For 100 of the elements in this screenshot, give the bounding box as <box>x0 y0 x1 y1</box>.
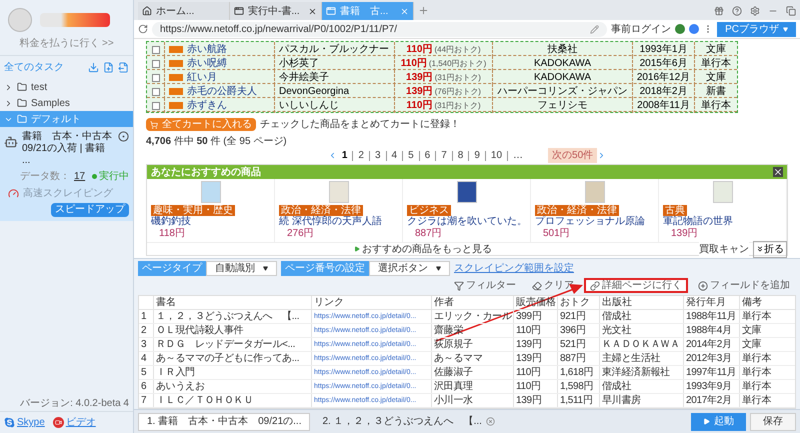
column-header: リンク <box>311 296 431 309</box>
publisher-text: KADOKAWA <box>493 70 633 85</box>
product-title-link[interactable]: クジラは潮を吹いていた。 <box>407 216 526 228</box>
fold-icon <box>756 245 764 253</box>
product-title-link[interactable]: 赤毛の公爵夫人 <box>187 84 257 99</box>
robot-icon <box>4 135 18 149</box>
checkbox[interactable] <box>152 60 160 68</box>
page-link[interactable]: 9 <box>468 150 485 160</box>
url-field[interactable]: https://www.netoff.co.jp/newarrival/P0/1002/P1/11/P7/ <box>152 22 608 36</box>
checkbox[interactable] <box>152 88 160 96</box>
result-count: 4,706 件中 50 件 (全 95 ページ) <box>146 134 288 149</box>
book-cover-placeholder <box>328 181 348 203</box>
product-title-link[interactable]: 軍記物語の世界 <box>663 216 782 228</box>
table-cell: 文庫 <box>739 324 795 337</box>
page-link[interactable]: 2 <box>352 150 369 160</box>
mode-text: 高速スクレイピング <box>23 186 113 201</box>
product-title-link[interactable]: プロフェッショナル原論 <box>535 216 654 228</box>
settings-icon[interactable] <box>750 6 760 16</box>
version-text: バージョン: 4.0.2-beta 4 <box>19 397 130 411</box>
table-cell: ＯＬ現代詩殺人事件 <box>153 324 311 337</box>
checkbox[interactable] <box>152 74 160 82</box>
footer-link[interactable]: Skype <box>17 415 45 430</box>
edit-icon <box>590 24 600 34</box>
reload-icon[interactable] <box>138 24 148 34</box>
window-icon <box>234 6 244 16</box>
next-page-link[interactable]: 次の50件 <box>548 148 598 163</box>
author-text: 小杉英了 <box>275 56 395 71</box>
category-tag: 政治・経済・法律 <box>279 205 363 216</box>
cart-note: チェックした商品をまとめてカートに登録！ <box>260 118 460 132</box>
table-cell: 佐藤淑子 <box>431 366 513 379</box>
product-title-link[interactable]: 紅い月 <box>187 70 217 85</box>
new-tab-icon[interactable] <box>418 5 429 16</box>
page-link[interactable]: 5 <box>402 150 419 160</box>
product-card[interactable]: 趣味・実用・歴史 磯釣釣技 118円 <box>147 179 275 242</box>
category-tag: 趣味・実用・歴史 <box>151 205 235 216</box>
gift-icon[interactable] <box>714 6 724 16</box>
page-link[interactable]: 1 <box>336 150 352 160</box>
page-link[interactable]: 4 <box>386 150 402 160</box>
folder-item[interactable]: test <box>0 79 133 95</box>
row-number: 2 <box>140 324 148 337</box>
page-link[interactable]: 7 <box>435 150 452 160</box>
row-number: 6 <box>140 380 148 393</box>
format-text: 文庫 <box>705 42 727 57</box>
more-products-link[interactable]: おすすめの商品をもっと見る <box>354 242 492 256</box>
folder-item[interactable]: Samples <box>0 95 133 111</box>
discount-text: (44円おトク) <box>434 44 481 56</box>
page-link[interactable]: 6 <box>418 150 436 160</box>
table-cell: 東洋経済新報社 <box>599 366 683 379</box>
product-title-link[interactable]: 赤い航路 <box>187 42 227 57</box>
record-icon[interactable] <box>118 131 129 142</box>
table-cell: エリック・カール <box>431 310 513 323</box>
product-title-link[interactable]: 磯釣釣技 <box>151 216 270 228</box>
close-icon[interactable] <box>308 6 317 16</box>
toolbar-button[interactable]: 詳細ページに行く <box>584 278 688 293</box>
product-card[interactable]: 政治・経済・法律 プロフェッショナル原論 501円 <box>531 179 659 242</box>
task-tab[interactable]: 1. 書籍 古本・中古本 09/21の... <box>138 412 310 430</box>
import-icon[interactable] <box>88 62 99 73</box>
task-card[interactable]: 書籍 古本・中古本 09/21の入荷 | 書籍 ... データ数： 17 実行中 高速スクレイピング スピードアップ <box>0 127 133 221</box>
dropdown[interactable]: 選択ボタン <box>369 261 450 276</box>
task-tab[interactable]: 2. １，２，３どうぶつえんへ 【... <box>314 412 503 430</box>
browser-tab[interactable]: ホーム... <box>138 2 230 20</box>
save-button[interactable]: 保存 <box>750 412 796 430</box>
price-text: 110円 <box>400 57 427 71</box>
range-link[interactable]: スクレイピング範囲を設定 <box>454 261 574 276</box>
price-text: 118円 <box>158 228 186 240</box>
add-file-icon[interactable] <box>103 62 114 73</box>
export-icon[interactable] <box>118 62 129 73</box>
price-text: 139円 <box>406 71 433 85</box>
extension-icon[interactable] <box>675 24 686 34</box>
help-icon[interactable] <box>732 6 742 16</box>
dropdown[interactable]: 自動識別 <box>206 261 277 276</box>
product-card[interactable]: 古典 軍記物語の世界 139円 <box>659 179 787 242</box>
publisher-text: KADOKAWA <box>493 56 633 71</box>
close-icon[interactable] <box>773 167 783 177</box>
table-cell: 2014年2月 <box>683 338 739 351</box>
category-tag: 政治・経済・法律 <box>535 205 619 216</box>
footer-link[interactable]: ビデオ <box>66 415 96 430</box>
cart-icon <box>150 120 158 128</box>
product-card[interactable]: 政治・経済・法律 続 深代惇郎の天声人語 276円 <box>275 179 403 242</box>
table-cell: 偕成社 <box>599 380 683 393</box>
price-text: 110円 <box>406 43 432 57</box>
page-link[interactable]: 3 <box>368 150 386 160</box>
task-title: 書籍 古本・中古本 09/21の入荷 | 書籍 ... <box>22 131 113 167</box>
product-title-link[interactable]: 続 深代惇郎の天声人語 <box>279 216 398 228</box>
product-title-link[interactable]: 赤ずきん <box>187 98 227 113</box>
add-icon <box>698 280 708 290</box>
product-title-link[interactable]: 赤い呪縛 <box>187 56 227 71</box>
page-link[interactable]: 10 <box>484 150 508 160</box>
restore-icon[interactable] <box>786 6 796 16</box>
login-button[interactable]: 事前ログイン <box>611 22 672 36</box>
checkbox[interactable] <box>152 46 160 54</box>
toolbar-button[interactable]: フィルター <box>448 278 522 293</box>
fold-button[interactable]: 折る <box>753 240 787 258</box>
page-link[interactable]: 8 <box>452 150 468 160</box>
toolbar-button[interactable]: フィールドを追加 <box>692 278 796 293</box>
checkbox[interactable] <box>152 102 160 110</box>
extension-icon[interactable] <box>689 24 700 34</box>
category-tag: 古典 <box>663 205 687 216</box>
browser-tab[interactable]: 実行中-書... <box>230 2 322 20</box>
product-card[interactable]: ビジネス クジラは潮を吹いていた。 887円 <box>403 179 531 242</box>
